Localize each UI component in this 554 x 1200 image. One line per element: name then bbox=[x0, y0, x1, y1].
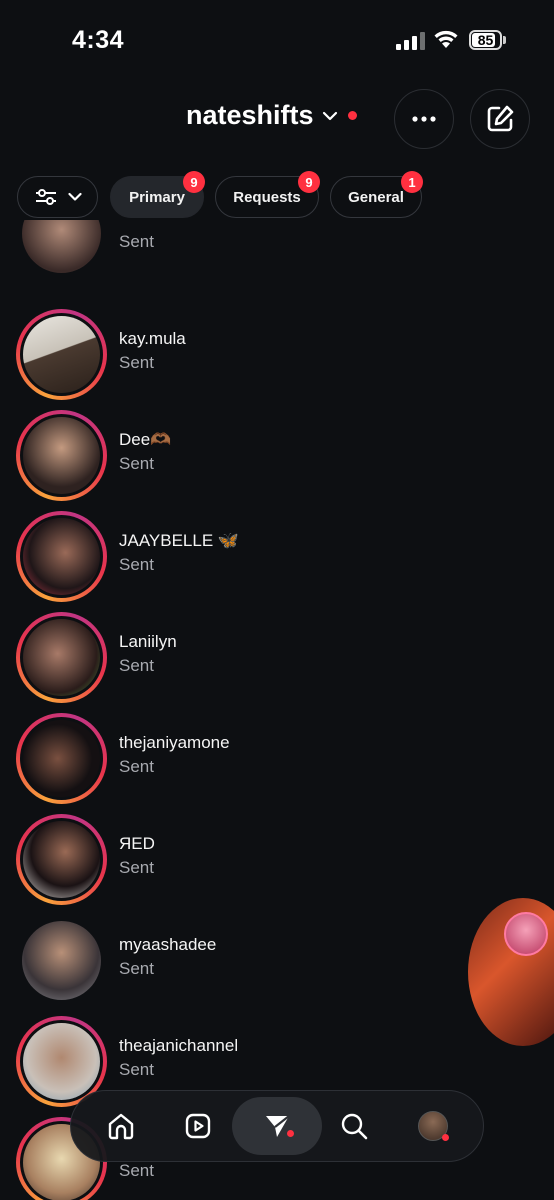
filter-options-button[interactable] bbox=[17, 176, 98, 218]
search-icon bbox=[341, 1113, 368, 1140]
chevron-down-icon bbox=[67, 192, 82, 201]
conversation-status: Sent bbox=[119, 656, 154, 675]
conversation-name: kay.mula bbox=[119, 329, 186, 348]
messages-icon bbox=[266, 1115, 290, 1137]
tab-primary-label: Primary bbox=[129, 188, 185, 206]
conversation-status: Sent bbox=[119, 757, 154, 776]
messages-notification-dot bbox=[287, 1130, 294, 1137]
account-switcher[interactable]: nateshifts bbox=[186, 100, 357, 131]
conversation-status: Sent bbox=[119, 1060, 154, 1079]
sliders-icon bbox=[35, 189, 56, 205]
avatar-story-ring bbox=[16, 814, 107, 905]
conversation-name: ЯED bbox=[119, 834, 155, 853]
nav-profile[interactable] bbox=[404, 1097, 462, 1155]
conversation-status: Sent bbox=[119, 353, 154, 372]
avatar-story-ring bbox=[16, 612, 107, 703]
more-horizontal-icon bbox=[412, 116, 436, 122]
bubble-avatar bbox=[504, 912, 548, 956]
avatar-story-ring bbox=[16, 511, 107, 602]
tab-general-badge: 1 bbox=[401, 171, 423, 193]
conversation-status: Sent bbox=[119, 858, 154, 877]
conversation-item[interactable]: thejaniyamone Sent bbox=[0, 713, 554, 814]
conversation-item[interactable]: Dee🫶🏾 Sent bbox=[0, 410, 554, 511]
tab-general-label: General bbox=[348, 188, 404, 206]
conversation-status: Sent bbox=[119, 232, 154, 251]
home-icon bbox=[108, 1113, 134, 1140]
inbox-header: nateshifts bbox=[0, 80, 554, 160]
conversation-item[interactable]: Laniilyn Sent bbox=[0, 612, 554, 713]
nav-reels[interactable] bbox=[169, 1097, 227, 1155]
nav-messages[interactable] bbox=[232, 1097, 322, 1155]
inbox-filters: Primary 9 Requests 9 General 1 bbox=[0, 171, 554, 220]
battery-level: 85 bbox=[477, 32, 494, 48]
avatar-story-ring bbox=[16, 713, 107, 804]
status-bar: 4:34 85 bbox=[0, 0, 554, 80]
conversation-name: thejaniyamone bbox=[119, 733, 230, 752]
tab-requests[interactable]: Requests 9 bbox=[215, 171, 320, 218]
conversation-status: Sent bbox=[119, 959, 154, 978]
bottom-nav bbox=[70, 1090, 484, 1162]
battery-icon: 85 bbox=[469, 30, 502, 50]
avatar-story-ring bbox=[16, 309, 107, 400]
profile-notification-dot bbox=[442, 1134, 449, 1141]
conversation-list: Sent kay.mula Sent Dee🫶🏾 Sent JAAYBELLE … bbox=[0, 220, 554, 1200]
avatar bbox=[16, 915, 107, 1006]
wifi-icon bbox=[434, 30, 458, 48]
tab-requests-badge: 9 bbox=[298, 171, 320, 193]
more-options-button[interactable] bbox=[394, 89, 454, 149]
tab-primary[interactable]: Primary 9 bbox=[110, 171, 205, 218]
tab-requests-label: Requests bbox=[233, 188, 301, 206]
conversation-item[interactable]: Sent bbox=[0, 220, 554, 289]
battery-tip bbox=[503, 36, 506, 44]
tab-primary-badge: 9 bbox=[183, 171, 205, 193]
reels-icon bbox=[185, 1113, 211, 1139]
cellular-signal-icon bbox=[396, 30, 425, 50]
notification-dot bbox=[347, 111, 357, 120]
nav-home[interactable] bbox=[92, 1097, 150, 1155]
tab-general[interactable]: General 1 bbox=[330, 171, 423, 218]
avatar-story-ring bbox=[16, 410, 107, 501]
avatar bbox=[16, 220, 107, 279]
chevron-down-icon bbox=[322, 111, 337, 120]
compose-icon bbox=[487, 105, 514, 132]
conversation-item[interactable]: ЯED Sent bbox=[0, 814, 554, 915]
conversation-status: Sent bbox=[119, 1161, 154, 1180]
conversation-item[interactable]: JAAYBELLE 🦋 Sent bbox=[0, 511, 554, 612]
nav-search[interactable] bbox=[325, 1097, 383, 1155]
new-message-button[interactable] bbox=[470, 89, 530, 149]
conversation-status: Sent bbox=[119, 555, 154, 574]
conversation-name: theajanichannel bbox=[119, 1036, 239, 1055]
conversation-item[interactable]: kay.mula Sent bbox=[0, 309, 554, 410]
conversation-name: JAAYBELLE 🦋 bbox=[119, 531, 240, 550]
conversation-name: Laniilyn bbox=[119, 632, 177, 651]
status-time: 4:34 bbox=[72, 26, 125, 54]
conversation-name: Dee🫶🏾 bbox=[119, 430, 172, 449]
conversation-status: Sent bbox=[119, 454, 154, 473]
account-username: nateshifts bbox=[186, 100, 314, 130]
conversation-name: myaashadee bbox=[119, 935, 217, 954]
